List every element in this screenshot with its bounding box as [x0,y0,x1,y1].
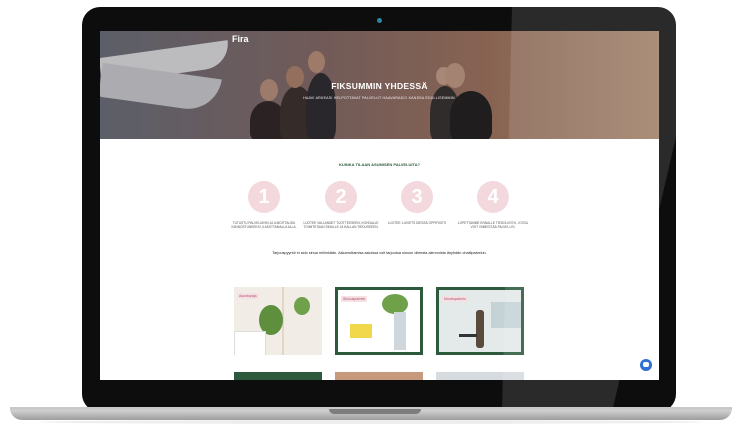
disclaimer-note: Tarjouspyyntö ei sido sinua mihinkään. A… [272,251,487,255]
step-description: TUTUSTU PALVELUIHIN JA ILMOITTAUDU KIINN… [231,221,297,229]
laptop-notch [329,409,421,414]
service-card-tag: Muuttopalvelu [442,296,468,302]
service-card-tag: Asuntopaja [237,293,259,299]
step-number-badge: 1 [248,181,280,213]
step-number-badge: 2 [325,181,357,213]
step-item: 1 TUTUSTU PALVELUIHIN JA ILMOITTAUDU KII… [225,181,303,229]
steps-section-title: KUINKA TILAAN ASUMISEN PALVELUITA? [338,162,421,167]
chat-button[interactable] [640,359,652,371]
step-item: 4 LOPETTAMME ENNALLE TIEDOLKEEN, JOSSA V… [454,181,532,229]
step-description: LUOTEE 1-6VIETS DIESSÄ OPPIFIKETI [387,221,447,225]
service-card-partial[interactable] [436,372,524,380]
laptop-shadow [40,420,702,424]
service-card-asuntopaja[interactable]: Asuntopaja [234,287,322,355]
service-card-partial[interactable] [335,372,423,380]
site-logo[interactable]: Fira [232,34,249,44]
service-card-tag: Siivouspalvelu [341,296,368,302]
hero-banner: Fira FIKSUMMIN YHDESSÄ HAAVI ARKEASI HEL… [100,31,659,139]
step-description: LUOTEE VALLANNET TUOTTEESEEN, KOHDALLE T… [303,221,379,229]
service-card-partial[interactable] [234,372,322,380]
step-item: 3 LUOTEE 1-6VIETS DIESSÄ OPPIFIKETI [378,181,456,225]
browser-viewport[interactable]: Fira FIKSUMMIN YHDESSÄ HAAVI ARKEASI HEL… [100,31,659,380]
step-item: 2 LUOTEE VALLANNET TUOTTEESEEN, KOHDALLE… [302,181,380,229]
hero-title: FIKSUMMIN YHDESSÄ [331,81,428,91]
service-card-muuttopalvelu[interactable]: Muuttopalvelu [436,287,524,355]
hero-subtitle: HAAVI ARKEASI HELPOTTAVAT PALVELUT HAAVA… [303,96,456,100]
step-number-badge: 3 [401,181,433,213]
webcam-icon [377,18,382,23]
chat-bubble-icon [643,362,649,367]
step-number-badge: 4 [477,181,509,213]
service-card-siivouspalvelu[interactable]: Siivouspalvelu [335,287,423,355]
step-description: LOPETTAMME ENNALLE TIEDOLKEEN, JOSSA VOI… [457,221,529,229]
